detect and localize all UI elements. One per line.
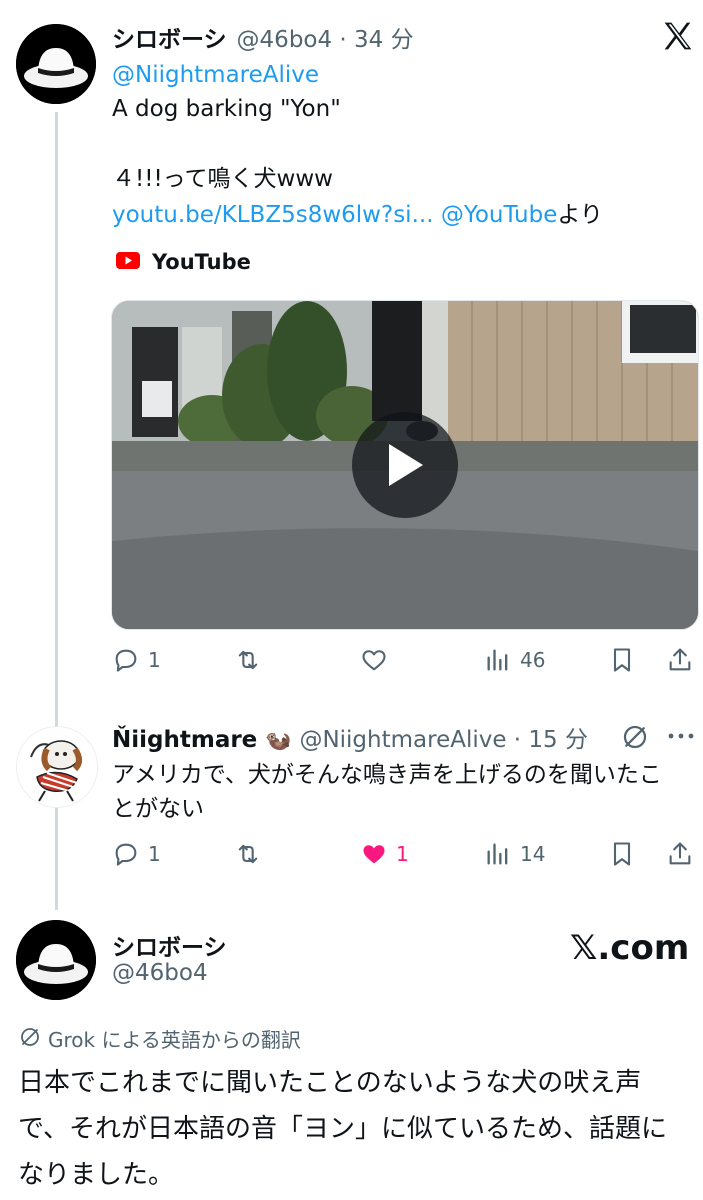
tweet-text: A dog barking "Yon"	[112, 96, 341, 122]
views-count: 14	[520, 842, 546, 866]
tweet-text: アメリカで、犬がそんな鳴き声を上げるのを聞いたことがない	[112, 762, 662, 822]
author-emoji: 🦦	[265, 728, 292, 752]
grok-icon	[18, 1025, 42, 1053]
youtube-icon	[116, 251, 140, 273]
like-icon-filled	[363, 845, 385, 864]
views-icon	[487, 843, 508, 865]
views-icon	[487, 649, 508, 671]
like-icon	[362, 650, 386, 671]
avatar[interactable]	[16, 24, 96, 104]
translation-label[interactable]: Grok による英語からの翻訳	[48, 1024, 301, 1053]
share-button[interactable]	[666, 646, 694, 674]
author-handle[interactable]: @46bo4	[112, 960, 208, 986]
retweet-icon	[238, 650, 258, 670]
like-button[interactable]	[360, 646, 388, 674]
translated-text: 日本でこれまでに聞いたことのないような犬の吠え声で、それが日本語の音「ヨン」に似…	[18, 1068, 667, 1190]
views-button[interactable]: 14	[484, 840, 545, 868]
like-count: 1	[396, 842, 409, 866]
bookmark-button[interactable]	[608, 840, 636, 868]
author-name[interactable]: Ňiightmare	[112, 727, 257, 753]
like-button[interactable]: 1	[360, 840, 409, 868]
reply-button[interactable]: 1	[112, 646, 161, 674]
card-source[interactable]: YouTube	[152, 250, 251, 274]
avatar[interactable]	[16, 726, 98, 808]
avatar[interactable]	[16, 920, 96, 1000]
share-button[interactable]	[666, 840, 694, 868]
views-button[interactable]: 46	[484, 646, 545, 674]
retweet-icon	[238, 844, 258, 864]
play-icon	[389, 444, 423, 486]
tweet-text: より	[557, 202, 603, 228]
bookmark-button[interactable]	[608, 646, 636, 674]
reply-button[interactable]: 1	[112, 840, 161, 868]
reply-count: 1	[148, 648, 161, 672]
retweet-button[interactable]	[234, 840, 262, 868]
mention-link[interactable]: @NiightmareAlive	[112, 58, 692, 92]
author-name[interactable]: シロボーシ	[112, 928, 227, 962]
author-handle[interactable]: @NiightmareAlive · 15 分	[299, 720, 588, 754]
more-icon[interactable]	[666, 726, 696, 746]
reply-icon	[115, 649, 137, 672]
bookmark-icon	[613, 648, 631, 672]
url-link[interactable]: youtu.be/KLBZ5s8w6lw?si...	[112, 202, 434, 228]
reply-icon	[115, 843, 137, 866]
views-count: 46	[520, 648, 546, 672]
mention-link[interactable]: @YouTube	[441, 202, 558, 228]
tweet-text: ４!!!って鳴く犬www	[112, 166, 333, 192]
bookmark-icon	[613, 842, 631, 866]
share-icon	[669, 648, 691, 671]
share-icon	[669, 842, 691, 865]
retweet-button[interactable]	[234, 646, 262, 674]
brand-logo[interactable]: 𝕏.com	[570, 928, 689, 968]
video-card[interactable]	[111, 300, 699, 630]
author-name[interactable]: シロボーシ	[112, 20, 227, 54]
reply-count: 1	[148, 842, 161, 866]
grok-icon[interactable]	[620, 722, 650, 752]
play-button[interactable]	[352, 412, 458, 518]
author-handle[interactable]: @46bo4 · 34 分	[237, 20, 414, 54]
